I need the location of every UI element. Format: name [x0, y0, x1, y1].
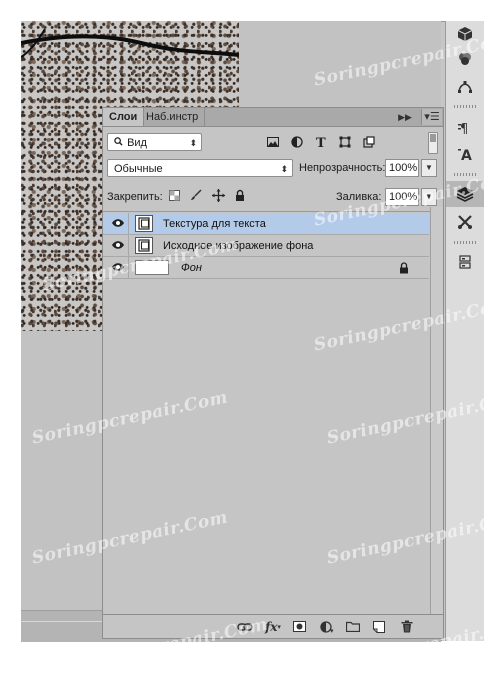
adjustment-filter-icon[interactable] [285, 133, 309, 151]
filter-icons: T [261, 133, 381, 151]
new-layer-icon[interactable] [369, 618, 389, 635]
lock-all-icon[interactable] [233, 188, 247, 202]
type-filter-icon[interactable]: T [309, 133, 333, 151]
tools-icon[interactable] [446, 209, 484, 235]
eye-icon [112, 219, 124, 227]
dock-grip[interactable] [454, 105, 476, 108]
svg-text:A: A [461, 148, 472, 162]
opacity-dropdown-arrow[interactable]: ▼ [421, 159, 437, 177]
filter-kind-label: Вид [127, 137, 147, 149]
layers-footer: fx ▾ ▾ [103, 614, 443, 638]
properties-icon[interactable] [446, 249, 484, 275]
panel-dock-strip: ¶ A [445, 21, 484, 641]
layer-filter-select[interactable]: Вид ⬍ [107, 133, 202, 151]
paths-icon[interactable] [446, 73, 484, 99]
adjustment-layer-icon[interactable]: ▾ [317, 618, 337, 635]
svg-text:T: T [316, 136, 326, 148]
layers-panel: Слои Наб.инстр ▶▶ ▾☰ Вид ⬍ T Обычные ⬍ Н… [102, 107, 444, 639]
svg-text:▾: ▾ [330, 628, 334, 633]
tab-layers[interactable]: Слои [103, 108, 145, 126]
lock-position-move-icon[interactable] [211, 188, 225, 202]
new-group-icon[interactable] [343, 618, 363, 635]
lock-icons [167, 188, 247, 202]
crack-line [21, 28, 239, 58]
search-icon [114, 134, 124, 152]
lock-pixels-brush-icon[interactable] [189, 188, 203, 202]
panel-menu-icon[interactable]: ▾☰ [421, 109, 442, 125]
smart-object-filter-icon[interactable] [357, 133, 381, 151]
add-mask-icon[interactable] [289, 618, 309, 635]
svg-text:¶: ¶ [460, 122, 468, 136]
opacity-label: Непрозрачность: [299, 162, 386, 174]
visibility-toggle[interactable] [103, 213, 129, 235]
eye-icon [112, 241, 124, 249]
collapse-panel-icon[interactable]: ▶▶ [397, 109, 413, 125]
lock-label: Закрепить: [107, 191, 163, 203]
filter-toggle-switch[interactable] [428, 132, 438, 154]
dock-grip[interactable] [454, 173, 476, 176]
visibility-toggle[interactable] [103, 235, 129, 257]
lock-transparent-icon[interactable] [167, 188, 181, 202]
paragraph-icon[interactable]: ¶ [446, 115, 484, 141]
blend-mode-value: Обычные [114, 163, 163, 175]
shape-filter-icon[interactable] [333, 133, 357, 151]
updown-arrow-icon: ⬍ [189, 138, 197, 148]
image-filter-icon[interactable] [261, 133, 285, 151]
panel-tabbar: Слои Наб.инстр ▶▶ ▾☰ [103, 108, 443, 127]
layer-name[interactable]: Текстура для текста [163, 213, 266, 235]
updown-arrow-icon: ⬍ [280, 164, 288, 174]
character-icon[interactable]: A [446, 141, 484, 167]
trash-icon[interactable] [397, 618, 417, 635]
lock-icon [400, 262, 408, 274]
tab-tool-presets[interactable]: Наб.инстр [140, 108, 206, 126]
blend-mode-select[interactable]: Обычные ⬍ [107, 159, 293, 177]
smart-object-thumbnail-icon [135, 215, 153, 232]
dock-grip[interactable] [454, 241, 476, 244]
opacity-field[interactable]: 100% [385, 159, 419, 177]
